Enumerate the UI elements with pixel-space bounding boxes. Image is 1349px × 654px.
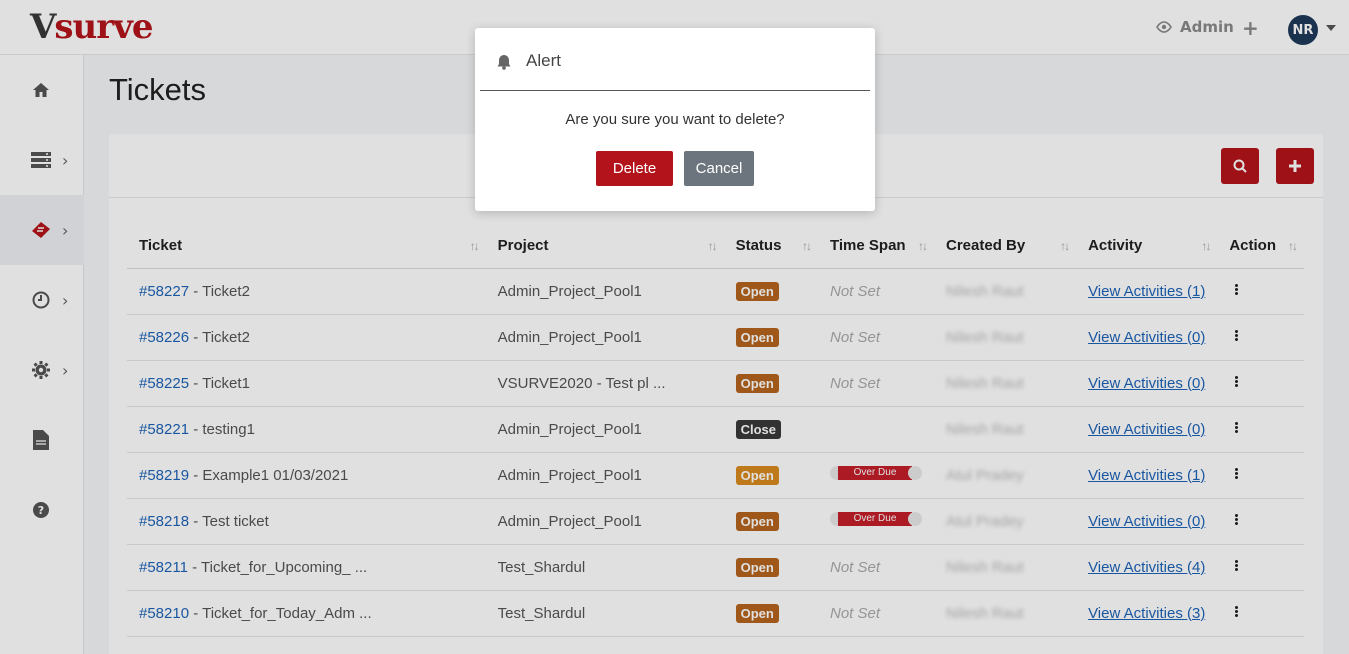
dialog-header: Alert bbox=[480, 28, 870, 91]
alert-dialog: Alert Are you sure you want to delete? D… bbox=[475, 28, 875, 211]
dialog-message: Are you sure you want to delete? bbox=[565, 111, 785, 128]
delete-button[interactable]: Delete bbox=[596, 151, 673, 186]
cancel-button[interactable]: Cancel bbox=[684, 151, 754, 186]
dialog-title: Alert bbox=[526, 51, 561, 70]
bell-icon bbox=[496, 54, 512, 74]
